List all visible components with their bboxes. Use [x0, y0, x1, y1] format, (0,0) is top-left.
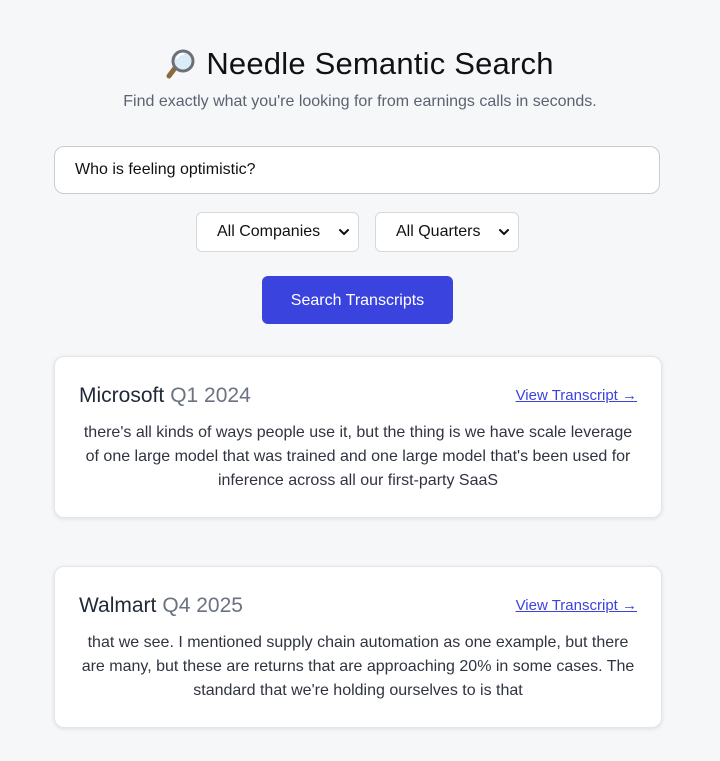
- result-heading: Walmart Q4 2025: [79, 593, 243, 619]
- quarter-filter-value: All Quarters: [396, 223, 481, 240]
- page-subtitle: Find exactly what you're looking for fro…: [123, 93, 597, 110]
- result-card: Microsoft Q1 2024 View Transcript → there…: [54, 356, 662, 518]
- result-snippet: there's all kinds of ways people use it,…: [83, 424, 633, 489]
- result-heading: Microsoft Q1 2024: [79, 383, 251, 409]
- view-transcript-link[interactable]: View Transcript →: [516, 387, 637, 405]
- chevron-down-icon: [339, 229, 349, 235]
- page-title: Needle Semantic Search: [206, 46, 554, 81]
- company-filter-value: All Companies: [217, 223, 321, 240]
- search-transcripts-button[interactable]: Search Transcripts: [262, 276, 453, 324]
- result-snippet: that we see. I mentioned supply chain au…: [81, 634, 635, 699]
- magnifying-glass-icon: [166, 48, 198, 80]
- chevron-down-icon: [499, 229, 509, 235]
- result-quarter: Q1 2024: [170, 384, 251, 407]
- result-quarter: Q4 2025: [162, 594, 243, 617]
- search-input[interactable]: [54, 146, 660, 194]
- page-title-row: Needle Semantic Search: [166, 44, 553, 84]
- view-transcript-link[interactable]: View Transcript →: [516, 597, 637, 615]
- quarter-filter-select[interactable]: All Quarters: [375, 212, 519, 252]
- company-filter-select[interactable]: All Companies: [196, 212, 359, 252]
- result-company: Walmart: [79, 594, 157, 617]
- result-company: Microsoft: [79, 384, 165, 407]
- result-card: Walmart Q4 2025 View Transcript → that we…: [54, 566, 662, 728]
- page-header: Needle Semantic Search: [0, 44, 720, 85]
